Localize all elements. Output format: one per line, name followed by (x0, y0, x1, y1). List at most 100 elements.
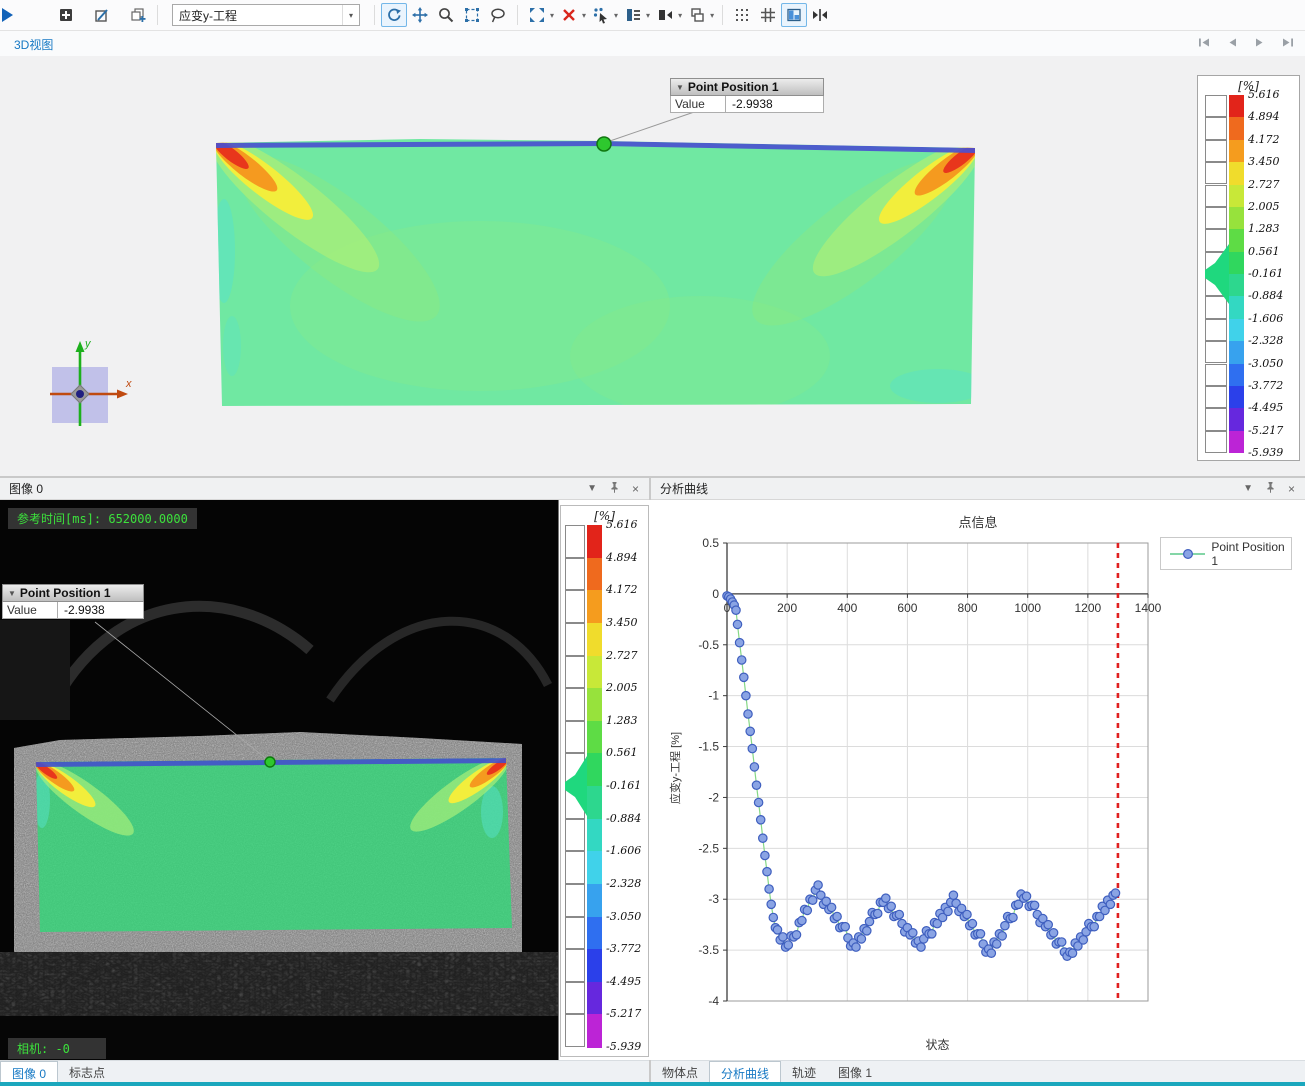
grid-lines-layout-button[interactable] (755, 3, 781, 27)
data-point[interactable] (746, 727, 754, 735)
lasso-select-button[interactable] (485, 3, 511, 27)
panel-layout-caret-icon[interactable]: ▾ (646, 11, 650, 20)
data-point[interactable] (949, 891, 957, 899)
data-point[interactable] (744, 710, 752, 718)
split-layout-button[interactable] (781, 3, 807, 27)
data-point[interactable] (833, 912, 841, 920)
delete-button[interactable] (556, 3, 582, 27)
data-point[interactable] (767, 900, 775, 908)
data-point[interactable] (773, 926, 781, 934)
edit-creation-button[interactable] (89, 3, 115, 27)
data-point[interactable] (993, 940, 1001, 948)
window-arrange-caret-icon[interactable]: ▾ (710, 11, 714, 20)
data-point[interactable] (757, 816, 765, 824)
data-point[interactable] (1001, 922, 1009, 930)
data-point[interactable] (769, 913, 777, 921)
tab-image-0[interactable]: 图像 0 (0, 1061, 58, 1083)
panel-dropdown-icon[interactable]: ▼ (587, 484, 597, 494)
panel-close-icon[interactable]: × (632, 483, 639, 495)
data-point[interactable] (963, 910, 971, 918)
data-point[interactable] (874, 909, 882, 917)
data-point[interactable] (814, 881, 822, 889)
add-element-button[interactable] (53, 3, 79, 27)
app-menu-arrow-icon[interactable] (2, 8, 13, 22)
3d-viewport[interactable]: y x (0, 56, 1305, 476)
pan-view-button[interactable] (407, 3, 433, 27)
data-point[interactable] (750, 763, 758, 771)
data-point[interactable] (742, 692, 750, 700)
data-point[interactable] (857, 935, 865, 943)
data-point[interactable] (738, 656, 746, 664)
data-point[interactable] (809, 896, 817, 904)
zoom-selection-button[interactable] (459, 3, 485, 27)
tab-3d-view[interactable]: 3D视图 (6, 34, 61, 55)
data-point[interactable] (968, 919, 976, 927)
data-point[interactable] (1079, 936, 1087, 944)
data-point[interactable] (748, 744, 756, 752)
previous-stage-button[interactable] (1225, 36, 1239, 49)
data-point[interactable] (1090, 923, 1098, 931)
data-point[interactable] (887, 902, 895, 910)
data-point[interactable] (863, 927, 871, 935)
tab-image-1[interactable]: 图像 1 (827, 1061, 883, 1083)
contrast-view-caret-icon[interactable]: ▾ (678, 11, 682, 20)
tab-analysis-curve[interactable]: 分析曲线 (709, 1061, 781, 1083)
data-point[interactable] (865, 917, 873, 925)
copy-element-button[interactable] (125, 3, 151, 27)
point-tooltip-3d[interactable]: ▼Point Position 1 Value-2.9938 (670, 78, 824, 113)
quantity-select[interactable]: 应变y-工程 ▾ (172, 4, 360, 26)
data-point[interactable] (944, 907, 952, 915)
delete-caret-icon[interactable]: ▾ (582, 11, 586, 20)
data-point[interactable] (784, 941, 792, 949)
data-point[interactable] (1106, 900, 1114, 908)
data-point[interactable] (1022, 892, 1030, 900)
data-point[interactable] (752, 781, 760, 789)
data-point[interactable] (882, 894, 890, 902)
data-point[interactable] (909, 929, 917, 937)
data-point[interactable] (732, 606, 740, 614)
data-point[interactable] (765, 885, 773, 893)
collapse-columns-button[interactable] (807, 3, 833, 27)
data-point[interactable] (759, 834, 767, 842)
data-point[interactable] (761, 851, 769, 859)
select-points-caret-icon[interactable]: ▾ (614, 11, 618, 20)
last-stage-button[interactable] (1281, 36, 1295, 49)
zoom-view-button[interactable] (433, 3, 459, 27)
fit-view-button[interactable] (524, 3, 550, 27)
next-stage-button[interactable] (1253, 36, 1267, 49)
fit-view-caret-icon[interactable]: ▾ (550, 11, 554, 20)
panel-pin-icon[interactable] (1265, 481, 1276, 496)
tab-trajectory[interactable]: 轨迹 (781, 1061, 827, 1083)
data-point[interactable] (792, 931, 800, 939)
data-point[interactable] (852, 943, 860, 951)
panel-dropdown-icon[interactable]: ▼ (1243, 484, 1253, 494)
tab-markers[interactable]: 标志点 (58, 1061, 116, 1083)
data-point[interactable] (779, 933, 787, 941)
data-point[interactable] (1058, 938, 1066, 946)
chart-legend[interactable]: Point Position 1 (1160, 537, 1292, 570)
data-point[interactable] (735, 639, 743, 647)
select-points-button[interactable] (588, 3, 614, 27)
data-point[interactable] (841, 923, 849, 931)
data-point[interactable] (1044, 921, 1052, 929)
grid-dots-layout-button[interactable] (729, 3, 755, 27)
data-point[interactable] (827, 903, 835, 911)
data-point[interactable] (987, 949, 995, 957)
data-point[interactable] (1111, 889, 1119, 897)
data-point[interactable] (895, 910, 903, 918)
panel-close-icon[interactable]: × (1288, 483, 1295, 495)
data-point[interactable] (1049, 929, 1057, 937)
data-point[interactable] (733, 620, 741, 628)
data-point[interactable] (754, 798, 762, 806)
data-point[interactable] (803, 906, 811, 914)
quantity-select-caret-icon[interactable]: ▾ (342, 5, 359, 25)
data-point[interactable] (763, 868, 771, 876)
measure-point-marker[interactable] (265, 757, 275, 767)
data-point[interactable] (976, 930, 984, 938)
data-point[interactable] (1009, 913, 1017, 921)
panel-pin-icon[interactable] (609, 481, 620, 496)
analysis-chart-area[interactable]: 点信息 应变y-工程 [%] 状态 Point Position 1 0.50-… (651, 500, 1305, 1060)
first-stage-button[interactable] (1197, 36, 1211, 49)
data-point[interactable] (998, 932, 1006, 940)
rotate-view-button[interactable] (381, 3, 407, 27)
